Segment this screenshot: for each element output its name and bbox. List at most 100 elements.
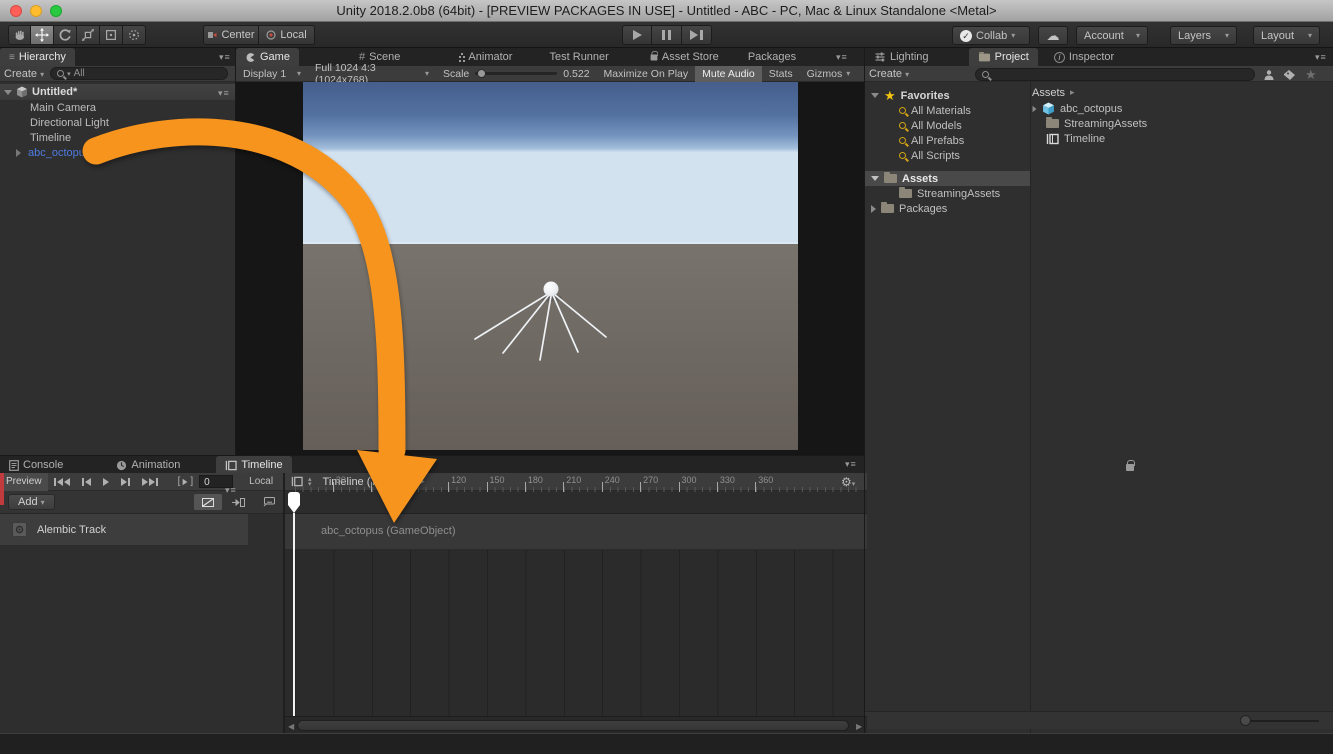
search-by-type-icon[interactable] bbox=[1263, 69, 1276, 84]
hierarchy-search-input[interactable]: ▾ All bbox=[50, 67, 228, 80]
next-frame-button[interactable] bbox=[115, 474, 136, 490]
close-window-button[interactable] bbox=[10, 5, 22, 17]
hierarchy-item-main-camera[interactable]: Main Camera bbox=[0, 100, 236, 115]
create-dropdown[interactable]: Create ▾ bbox=[4, 68, 44, 80]
step-button[interactable] bbox=[682, 25, 712, 45]
splitter-hierarchy-game[interactable] bbox=[235, 48, 236, 455]
alembic-track-lane[interactable]: abc_octopus (GameObject) bbox=[285, 514, 867, 550]
cloud-button[interactable]: ☁ bbox=[1038, 26, 1068, 45]
file-streaming-assets[interactable]: StreamingAssets bbox=[1032, 116, 1333, 131]
expander-down-icon[interactable] bbox=[4, 90, 12, 95]
packages-expander-icon[interactable] bbox=[871, 205, 876, 213]
file-timeline[interactable]: Timeline bbox=[1032, 131, 1333, 146]
timeline-selector-caret-icon[interactable]: ▴▾ bbox=[308, 477, 312, 487]
tab-lighting[interactable]: Lighting bbox=[865, 48, 938, 66]
aspect-dropdown[interactable]: Full 1024 4:3 (1024x768) ▾ bbox=[308, 66, 436, 82]
play-range-button[interactable]: [] bbox=[172, 474, 200, 490]
transform-tool-button[interactable] bbox=[123, 25, 146, 45]
splitter-left-project[interactable] bbox=[864, 48, 865, 733]
scroll-right-icon[interactable]: ▶ bbox=[856, 722, 862, 731]
display-dropdown[interactable]: Display 1 ▾ bbox=[236, 66, 308, 82]
space-toggle-button[interactable]: Local bbox=[259, 25, 315, 45]
favorite-all-prefabs[interactable]: All Prefabs bbox=[865, 133, 1030, 148]
game-pane-menu-icon[interactable]: ▾≡ bbox=[836, 52, 848, 63]
scale-tool-button[interactable] bbox=[77, 25, 100, 45]
move-tool-button[interactable] bbox=[31, 25, 54, 45]
tab-project[interactable]: Project bbox=[969, 48, 1038, 66]
hand-tool-button[interactable] bbox=[8, 25, 31, 45]
project-create-dropdown[interactable]: Create ▾ bbox=[869, 68, 909, 80]
project-search-input[interactable] bbox=[975, 68, 1255, 81]
timeline-lock-icon[interactable] bbox=[1126, 464, 1134, 471]
timeline-pane-menu-icon[interactable]: ▾≡ bbox=[845, 459, 857, 470]
scene-menu-icon[interactable]: ▾≡ bbox=[218, 88, 230, 99]
favorites-expander-icon[interactable] bbox=[871, 93, 879, 98]
hierarchy-item-directional-light[interactable]: Directional Light bbox=[0, 115, 236, 130]
scroll-left-icon[interactable]: ◀ bbox=[288, 722, 294, 731]
rotate-tool-button[interactable] bbox=[54, 25, 77, 45]
rect-tool-button[interactable] bbox=[100, 25, 123, 45]
tab-game[interactable]: Game bbox=[236, 48, 299, 66]
timeline-space-dropdown[interactable]: Local bbox=[243, 474, 279, 490]
account-dropdown[interactable]: Account ▾ bbox=[1076, 26, 1148, 45]
tab-test-runner[interactable]: Test Runner bbox=[541, 48, 618, 66]
assets-expander-icon[interactable] bbox=[871, 176, 879, 181]
pivot-toggle-button[interactable]: Center bbox=[203, 25, 259, 45]
layers-dropdown[interactable]: Layers ▾ bbox=[1170, 26, 1237, 45]
maximize-window-button[interactable] bbox=[50, 5, 62, 17]
gizmos-dropdown[interactable]: Gizmos ▾ bbox=[800, 66, 858, 82]
timeline-hscroll-thumb[interactable] bbox=[297, 720, 849, 731]
curves-view-button[interactable] bbox=[194, 494, 222, 510]
favorite-all-models[interactable]: All Models bbox=[865, 118, 1030, 133]
tab-console[interactable]: Console bbox=[0, 456, 72, 474]
favorite-all-materials[interactable]: All Materials bbox=[865, 103, 1030, 118]
tab-hierarchy[interactable]: ≡ Hierarchy bbox=[0, 48, 75, 66]
pane-menu-icon[interactable]: ▾≡ bbox=[219, 52, 231, 63]
tab-animation[interactable]: Animation bbox=[107, 456, 189, 474]
project-pane-menu-icon[interactable]: ▾≡ bbox=[1315, 52, 1327, 63]
search-by-label-icon[interactable] bbox=[1283, 69, 1296, 84]
project-splitter[interactable] bbox=[1030, 82, 1031, 745]
alembic-track-header[interactable]: Alembic Track ▾≡ bbox=[0, 514, 248, 546]
layout-dropdown[interactable]: Layout ▾ bbox=[1253, 26, 1320, 45]
hierarchy-item-timeline[interactable]: Timeline bbox=[0, 130, 236, 145]
marker-track-button[interactable] bbox=[254, 494, 282, 510]
maximize-on-play-button[interactable]: Maximize On Play bbox=[597, 66, 696, 82]
thumbnail-zoom-knob[interactable] bbox=[1240, 715, 1251, 726]
scale-slider[interactable] bbox=[475, 72, 557, 75]
preview-toggle-button[interactable]: Preview bbox=[0, 473, 48, 491]
track-menu-icon[interactable]: ▾≡ bbox=[225, 485, 237, 496]
tab-inspector[interactable]: i Inspector bbox=[1045, 48, 1123, 66]
save-search-star-icon[interactable]: ★ bbox=[1305, 67, 1317, 83]
goto-end-button[interactable] bbox=[136, 474, 164, 490]
mute-audio-button[interactable]: Mute Audio bbox=[695, 66, 762, 82]
tab-animator[interactable]: Animator bbox=[450, 48, 521, 66]
folder-streaming-assets[interactable]: StreamingAssets bbox=[865, 186, 1030, 201]
goto-start-button[interactable] bbox=[48, 474, 76, 490]
game-viewport[interactable] bbox=[303, 82, 798, 450]
tab-timeline[interactable]: Timeline bbox=[216, 456, 291, 474]
file-expander-icon[interactable] bbox=[1033, 105, 1037, 111]
favorites-root[interactable]: ★ Favorites bbox=[865, 88, 1030, 103]
expander-right-icon[interactable] bbox=[16, 149, 21, 157]
folder-packages[interactable]: Packages bbox=[865, 201, 1030, 216]
stats-button[interactable]: Stats bbox=[762, 66, 800, 82]
folder-assets[interactable]: Assets bbox=[865, 171, 1030, 186]
thumbnail-zoom-slider[interactable] bbox=[1247, 720, 1319, 722]
edit-mode-insert-button[interactable] bbox=[224, 494, 252, 510]
collab-dropdown[interactable]: ✓ Collab ▾ bbox=[952, 26, 1030, 45]
add-track-dropdown[interactable]: Add ▾ bbox=[8, 494, 55, 510]
pause-button[interactable] bbox=[652, 25, 682, 45]
tab-packages[interactable]: Packages bbox=[739, 48, 805, 66]
tab-asset-store[interactable]: Asset Store bbox=[641, 48, 728, 66]
scene-header-row[interactable]: Untitled* ▾≡ bbox=[0, 84, 236, 100]
prev-frame-button[interactable] bbox=[76, 474, 97, 490]
hierarchy-item-abc-octopus[interactable]: abc_octopus bbox=[0, 145, 236, 160]
favorite-all-scripts[interactable]: All Scripts bbox=[865, 148, 1030, 163]
minimize-window-button[interactable] bbox=[30, 5, 42, 17]
timeline-play-button[interactable] bbox=[97, 474, 115, 490]
play-button[interactable] bbox=[622, 25, 652, 45]
timeline-ruler[interactable]: 306090120150180210240270300330360 bbox=[285, 491, 867, 514]
file-abc-octopus[interactable]: abc_octopus bbox=[1032, 101, 1333, 116]
scale-slider-knob[interactable] bbox=[477, 69, 486, 78]
